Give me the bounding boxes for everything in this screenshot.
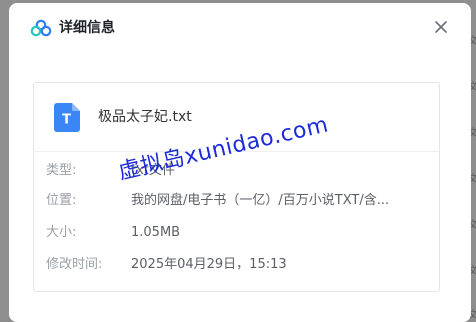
- dialog-header: 详细信息: [9, 3, 471, 51]
- detail-label: 修改时间:: [46, 257, 103, 272]
- file-info-card: T 极品太子妃.txt 类型: txt文件 位置: 我的网盘/电子书（一亿）/百…: [33, 82, 440, 292]
- detail-row-modified: 修改时间: 2025年04月29日，15:13: [34, 255, 439, 275]
- detail-value: 1.05MB: [131, 225, 181, 240]
- detail-value[interactable]: 我的网盘/电子书（一亿）/百万小说TXT/含...: [131, 191, 389, 211]
- detail-row-type: 类型: txt文件: [34, 161, 439, 181]
- detail-label: 位置:: [46, 193, 77, 208]
- close-icon[interactable]: [433, 19, 449, 35]
- detail-row-location: 位置: 我的网盘/电子书（一亿）/百万小说TXT/含...: [34, 191, 439, 211]
- dialog-title: 详细信息: [59, 20, 115, 36]
- txt-file-icon: T: [54, 103, 80, 132]
- detail-label: 大小:: [46, 225, 77, 240]
- cloud-logo-icon: [30, 19, 52, 37]
- details-dialog: 详细信息 T 极品太子妃.txt 类型: txt文件 位置: 我的网盘/电子书（…: [9, 3, 471, 322]
- detail-row-size: 大小: 1.05MB: [34, 223, 439, 243]
- file-icon-letter: T: [62, 113, 71, 128]
- detail-label: 类型:: [46, 163, 77, 178]
- detail-value: 2025年04月29日，15:13: [131, 257, 287, 272]
- file-name: 极品太子妃.txt: [98, 109, 192, 125]
